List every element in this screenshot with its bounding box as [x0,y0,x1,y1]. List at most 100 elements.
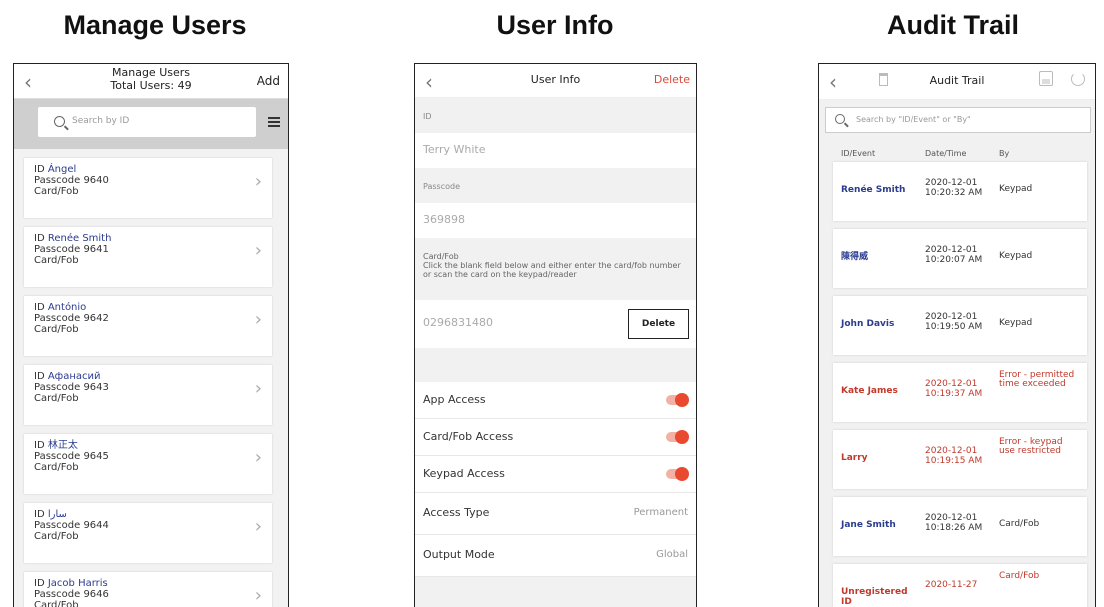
add-user-button[interactable]: Add [257,74,280,88]
passcode-line: Passcode 9643 [34,382,262,393]
user-list-item[interactable]: ID Афанасий Passcode 9643 Card/Fob › [24,365,272,425]
user-name: Афанасий [47,371,101,382]
user-id-line: ID Ángel [34,164,262,175]
user-list-item[interactable]: ID António Passcode 9642 Card/Fob › [24,296,272,356]
audit-date: 2020-11-27 [925,580,978,590]
audit-date-time: 2020-12-01 10:19:37 AM [925,379,997,399]
menu-icon[interactable] [268,117,280,127]
passcode-prefix: Passcode [34,175,81,186]
toggle-switch[interactable] [666,430,689,444]
toggle-label: App Access [423,393,486,406]
col-header-by[interactable]: By [999,149,1009,158]
card-delete-button[interactable]: Delete [628,309,689,339]
back-chevron-icon[interactable]: ‹ [24,70,32,94]
id-prefix: ID [34,440,45,451]
id-field[interactable]: Terry White [415,133,696,168]
audit-by: Keypad [999,251,1033,261]
access-toggle-row: App Access [415,382,696,419]
card-fob-line: Card/Fob [34,393,79,404]
audit-date-time: 2020-12-01 10:19:15 AM [925,446,997,466]
toggle-switch[interactable] [666,467,689,481]
card-fob-hint: Click the blank field below and either e… [423,261,681,279]
user-id-line: ID Афанасий [34,371,262,382]
card-fob-field[interactable]: 0296831480 [423,316,493,329]
passcode-line: Passcode 9642 [34,313,262,324]
audit-date: 2020-12-01 [925,513,978,523]
card-fob-label: Card/Fob [423,252,459,261]
id-prefix: ID [34,509,45,520]
passcode-value: 9645 [83,451,109,462]
audit-row[interactable]: 陳得威 2020-12-01 10:20:07 AM Keypad [833,229,1087,288]
passcode-line: Passcode 9640 [34,175,262,186]
manage-users-heading: Manage Users [63,10,247,40]
passcode-line: Passcode 9641 [34,244,262,255]
audit-trail-nav-bar: ‹ Audit Trail [819,64,1095,100]
id-prefix: ID [34,233,45,244]
user-info-form: ID Terry White Passcode 369898 Card/Fob … [415,98,696,607]
audit-by: Keypad [999,184,1033,194]
card-fob-line: Card/Fob [34,324,79,335]
audit-date: 2020-12-01 [925,178,978,188]
audit-time: 10:19:37 AM [925,389,983,399]
audit-time: 10:20:07 AM [925,255,983,265]
refresh-icon[interactable] [1071,72,1085,86]
audit-trail-screen: ‹ Audit Trail Search by "ID/Event" or "B… [818,63,1096,607]
passcode-value: 9646 [83,589,109,600]
audit-row[interactable]: Unregistered ID 2020-11-27 Card/Fob [833,564,1087,607]
chevron-right-icon: › [254,171,262,192]
id-prefix: ID [34,302,45,313]
audit-date: 2020-12-01 [925,312,978,322]
user-name: سارا [47,509,67,520]
output-mode-row[interactable]: Output Mode Global [415,535,696,577]
user-info-nav-bar: ‹ User Info Delete [415,64,696,98]
user-list-item[interactable]: ID Renée Smith Passcode 9641 Card/Fob › [24,227,272,287]
toggle-label: Card/Fob Access [423,430,514,443]
toggle-switch[interactable] [666,393,689,407]
audit-row[interactable]: Renée Smith 2020-12-01 10:20:32 AM Keypad [833,162,1087,221]
nav-title: Audit Trail [929,74,985,87]
user-list: ID Ángel Passcode 9640 Card/Fob › ID Renée S… [14,149,288,607]
passcode-value: 9640 [83,175,109,186]
chevron-right-icon: › [254,309,262,330]
passcode-field[interactable]: 369898 [415,203,696,238]
audit-id-event: 陳得威 [841,252,869,262]
user-id-line: ID Jacob Harris [34,578,262,589]
user-id-line: ID سارا [34,509,262,520]
user-list-item[interactable]: ID Jacob Harris Passcode 9646 Card/Fob › [24,572,272,607]
audit-time: 10:18:26 AM [925,523,983,533]
audit-row[interactable]: John Davis 2020-12-01 10:19:50 AM Keypad [833,296,1087,355]
audit-date-time: 2020-11-27 [925,580,997,590]
audit-row[interactable]: Kate James 2020-12-01 10:19:37 AM Error - p… [833,363,1087,422]
audit-row[interactable]: Jane Smith 2020-12-01 10:18:26 AM Card/Fob [833,497,1087,556]
search-input[interactable]: Search by ID [38,107,256,137]
output-mode-value: Global [656,549,688,560]
total-users-count: Total Users: 49 [110,79,192,92]
save-icon[interactable] [1039,71,1053,86]
user-list-item[interactable]: ID سارا Passcode 9644 Card/Fob › [24,503,272,563]
col-header-date-time[interactable]: Date/Time [925,149,966,158]
access-type-value: Permanent [633,507,688,518]
audit-search-input[interactable]: Search by "ID/Event" or "By" [825,107,1091,133]
audit-date-time: 2020-12-01 10:19:50 AM [925,312,997,332]
search-placeholder: Search by "ID/Event" or "By" [856,115,971,124]
audit-time: 10:20:32 AM [925,188,983,198]
user-list-item[interactable]: ID 林正太 Passcode 9645 Card/Fob › [24,434,272,494]
card-fob-row: 0296831480 Delete [415,300,696,348]
delete-user-button[interactable]: Delete [654,73,690,86]
audit-date: 2020-12-01 [925,245,978,255]
audit-row[interactable]: Larry 2020-12-01 10:19:15 AM Error - keypad… [833,430,1087,489]
user-name: Renée Smith [47,233,112,244]
user-list-item[interactable]: ID Ángel Passcode 9640 Card/Fob › [24,158,272,218]
card-fob-line: Card/Fob [34,600,79,607]
passcode-line: Passcode 9644 [34,520,262,531]
col-header-id-event[interactable]: ID/Event [841,149,875,158]
access-toggle-row: Card/Fob Access [415,419,696,456]
passcode-value: 9642 [83,313,109,324]
id-prefix: ID [34,578,45,589]
card-fob-line: Card/Fob [34,531,79,542]
user-id-line: ID António [34,302,262,313]
id-prefix: ID [34,371,45,382]
access-type-row[interactable]: Access Type Permanent [415,493,696,535]
chevron-right-icon: › [254,585,262,606]
